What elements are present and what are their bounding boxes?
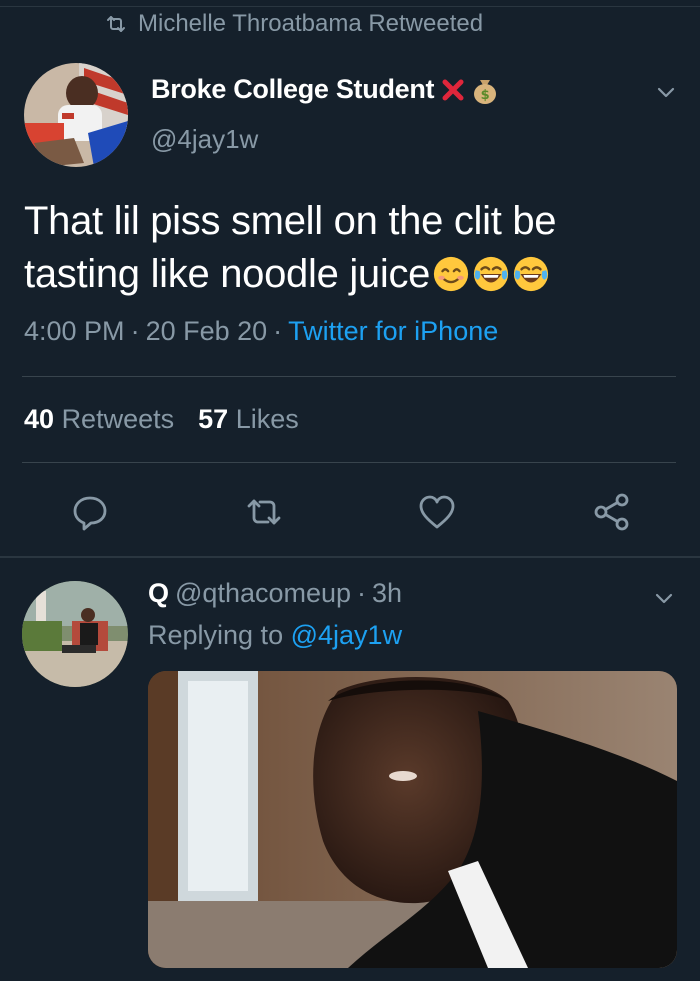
reply-icon[interactable]	[70, 492, 110, 532]
reply-media-photo	[148, 671, 677, 968]
divider	[22, 462, 676, 463]
retweet-banner-text: Michelle Throatbama Retweeted	[138, 10, 484, 37]
chevron-down-icon[interactable]	[652, 586, 676, 610]
retweet-banner: Michelle Throatbama Retweeted	[104, 10, 483, 38]
divider	[22, 376, 676, 377]
tweet-meta: 4:00 PM · 20 Feb 20 · Twitter for iPhone	[24, 316, 498, 347]
tweet-text-line-2: tasting like noodle juice	[24, 248, 684, 301]
tears-of-joy-icon	[474, 256, 509, 292]
tweet-stats: 40 Retweets 57 Likes	[24, 404, 299, 435]
tweet-source-link[interactable]: Twitter for iPhone	[288, 316, 498, 347]
replying-to-handle[interactable]: @4jay1w	[291, 620, 402, 650]
reply-age: 3h	[372, 578, 403, 608]
author-handle[interactable]: @4jay1w	[151, 124, 258, 155]
svg-text:$: $	[481, 88, 490, 103]
money-bag-icon: $	[474, 79, 497, 104]
tweet-date[interactable]: 20 Feb 20	[146, 316, 268, 347]
retweet-small-icon	[107, 16, 125, 32]
reply-avatar-image	[22, 581, 128, 687]
meta-separator: ·	[130, 316, 140, 346]
cross-mark-icon	[442, 79, 464, 100]
smiling-face-icon	[434, 256, 469, 292]
tears-of-joy-icon	[514, 256, 549, 292]
tweet-text: That lil piss smell on the clit be tasti…	[24, 195, 684, 301]
likes-stat[interactable]: 57 Likes	[198, 404, 299, 435]
meta-separator: ·	[357, 578, 367, 608]
author-avatar[interactable]	[24, 63, 128, 167]
author-avatar-image	[24, 63, 128, 167]
likes-count: 57	[198, 404, 229, 434]
tweet-time[interactable]: 4:00 PM	[24, 316, 125, 347]
reply-author-handle[interactable]: @qthacomeup	[175, 578, 351, 609]
author-name-row: Broke College Student $	[151, 74, 498, 105]
share-icon[interactable]	[592, 492, 632, 532]
likes-label: Likes	[235, 404, 299, 434]
retweets-count: 40	[24, 404, 55, 434]
tweet-text-line-2-text: tasting like noodle juice	[24, 252, 431, 296]
reply-header: Q @qthacomeup · 3h	[148, 578, 402, 609]
retweet-icon[interactable]	[244, 492, 284, 532]
replying-to: Replying to @4jay1w	[148, 620, 402, 651]
chevron-down-icon[interactable]	[654, 80, 678, 104]
tweet-text-line-1: That lil piss smell on the clit be	[24, 199, 557, 243]
reply-author-name[interactable]: Q	[148, 578, 169, 609]
replying-to-prefix: Replying to	[148, 620, 284, 650]
reply-avatar[interactable]	[22, 581, 128, 687]
retweets-stat[interactable]: 40 Retweets	[24, 404, 174, 435]
like-icon[interactable]	[417, 492, 457, 532]
section-divider	[0, 556, 700, 558]
retweets-label: Retweets	[61, 404, 175, 434]
author-name[interactable]: Broke College Student	[151, 74, 435, 105]
top-divider	[0, 6, 700, 7]
reply-media-image[interactable]	[148, 671, 677, 968]
meta-separator: ·	[273, 316, 283, 346]
